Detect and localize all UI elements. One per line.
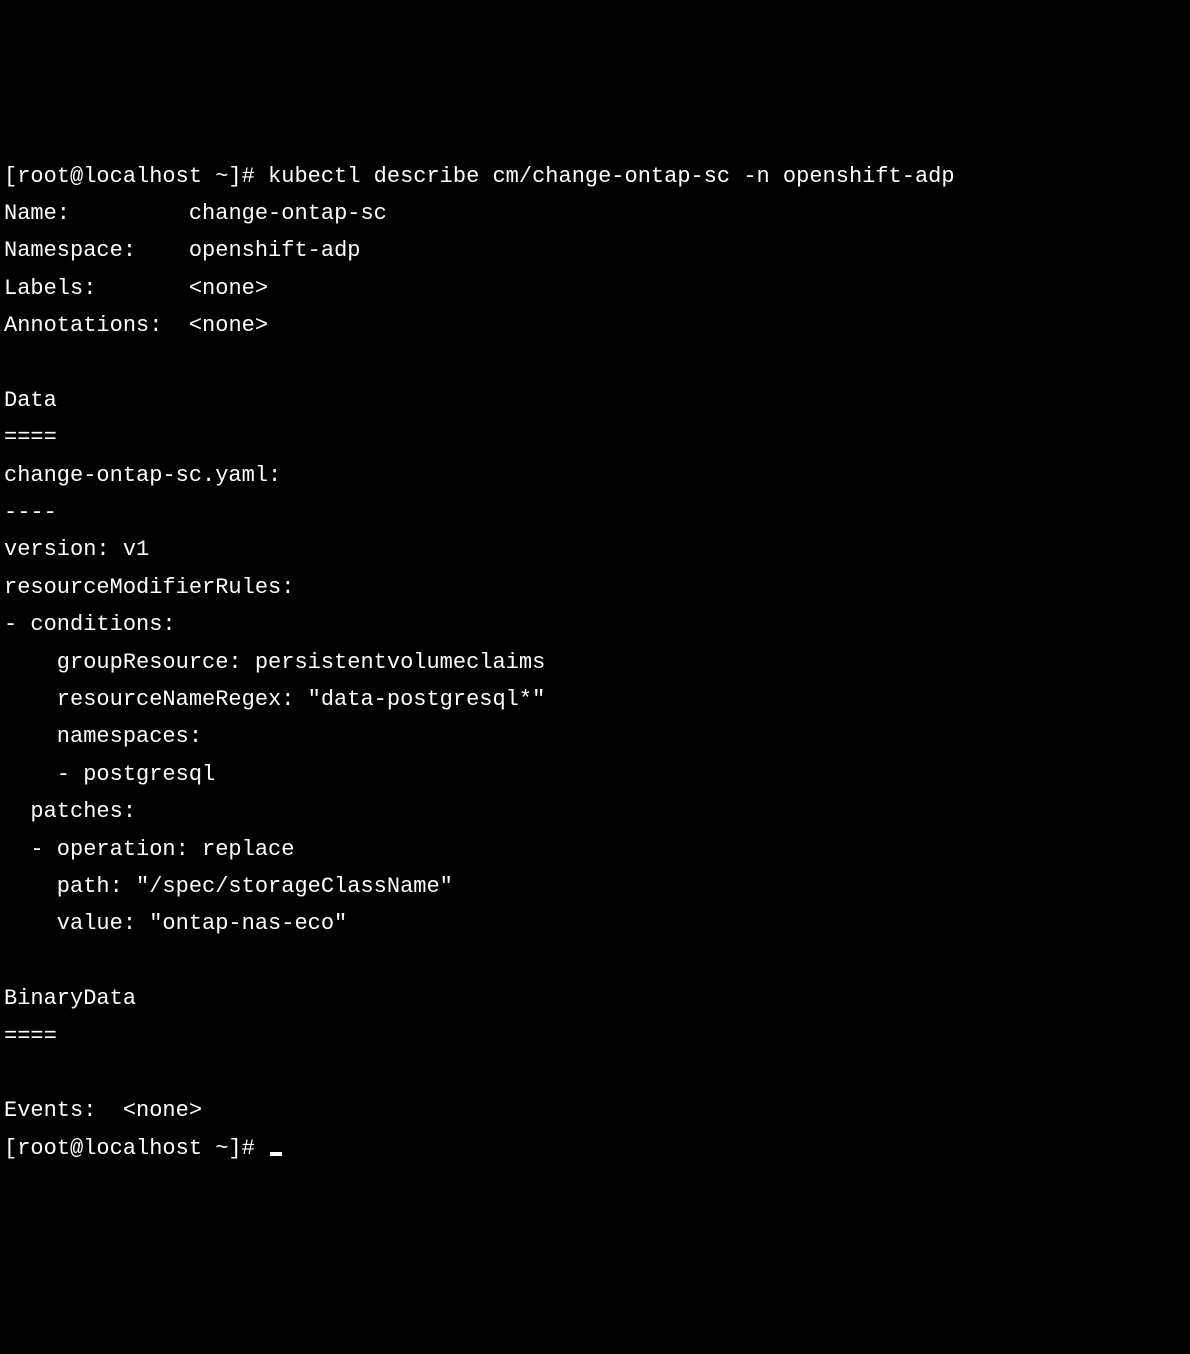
field-namespace: Namespace: openshift-adp <box>4 232 1186 269</box>
terminal-output: [root@localhost ~]# kubectl describe cm/… <box>4 158 1186 1168</box>
events-value: <none> <box>123 1098 202 1123</box>
annotations-value: <none> <box>189 313 268 338</box>
events-label: Events: <box>4 1098 123 1123</box>
blank-line <box>4 345 1186 382</box>
yaml-line: - conditions: <box>4 606 1186 643</box>
yaml-filename: change-ontap-sc.yaml: <box>4 457 1186 494</box>
yaml-line: namespaces: <box>4 718 1186 755</box>
yaml-line: path: "/spec/storageClassName" <box>4 868 1186 905</box>
namespace-value: openshift-adp <box>189 238 361 263</box>
blank-line <box>4 1055 1186 1092</box>
yaml-line: patches: <box>4 793 1186 830</box>
yaml-line: groupResource: persistentvolumeclaims <box>4 644 1186 681</box>
field-events: Events: <none> <box>4 1092 1186 1129</box>
data-separator: ==== <box>4 419 1186 456</box>
labels-value: <none> <box>189 276 268 301</box>
namespace-label: Namespace: <box>4 238 189 263</box>
yaml-dash: ---- <box>4 494 1186 531</box>
binarydata-separator: ==== <box>4 1018 1186 1055</box>
labels-label: Labels: <box>4 276 189 301</box>
data-header: Data <box>4 382 1186 419</box>
yaml-line: resourceNameRegex: "data-postgresql*" <box>4 681 1186 718</box>
shell-prompt: [root@localhost ~]# <box>4 164 268 189</box>
cursor-icon <box>270 1152 282 1156</box>
yaml-line: - postgresql <box>4 756 1186 793</box>
yaml-line: value: "ontap-nas-eco" <box>4 905 1186 942</box>
name-value: change-ontap-sc <box>189 201 387 226</box>
annotations-label: Annotations: <box>4 313 189 338</box>
prompt-line[interactable]: [root@localhost ~]# <box>4 1130 1186 1167</box>
yaml-line: version: v1 <box>4 531 1186 568</box>
yaml-line: - operation: replace <box>4 831 1186 868</box>
field-name: Name: change-ontap-sc <box>4 195 1186 232</box>
name-label: Name: <box>4 201 189 226</box>
command-line: [root@localhost ~]# kubectl describe cm/… <box>4 158 1186 195</box>
field-labels: Labels: <none> <box>4 270 1186 307</box>
kubectl-command: kubectl describe cm/change-ontap-sc -n o… <box>268 164 955 189</box>
field-annotations: Annotations: <none> <box>4 307 1186 344</box>
blank-line <box>4 943 1186 980</box>
shell-prompt: [root@localhost ~]# <box>4 1136 268 1161</box>
yaml-line: resourceModifierRules: <box>4 569 1186 606</box>
